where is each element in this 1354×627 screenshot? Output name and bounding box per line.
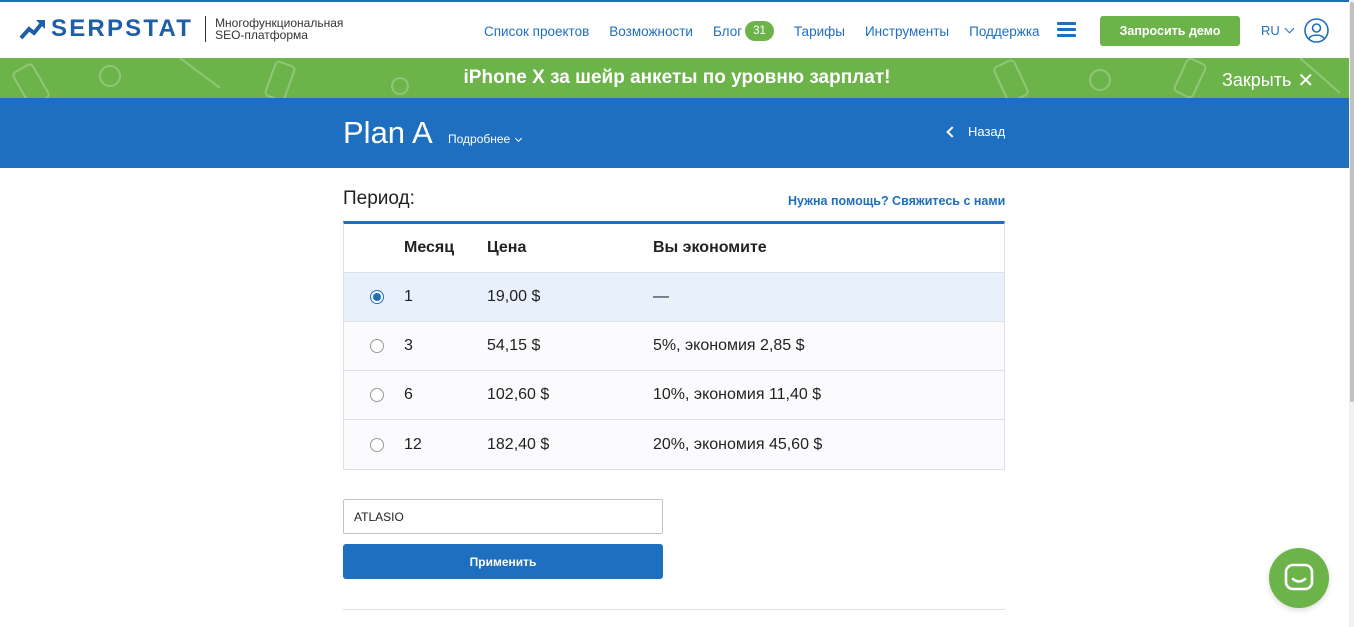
row-months: 12 xyxy=(404,435,422,453)
period-radio[interactable] xyxy=(370,437,384,452)
hamburger-menu-icon[interactable] xyxy=(1057,22,1076,38)
period-radio[interactable] xyxy=(370,388,384,402)
brand-name: SERPSTAT xyxy=(51,15,194,42)
row-months: 1 xyxy=(404,288,413,305)
language-code: RU xyxy=(1261,23,1280,38)
top-header: SERPSTAT Многофункциональная SEO-платфор… xyxy=(0,0,1354,58)
row-price: 102,60 $ xyxy=(487,386,550,403)
nav-label: Поддержка xyxy=(969,23,1040,39)
nav-label: Возможности xyxy=(609,23,693,39)
plan-details-toggle[interactable]: Подробнее xyxy=(448,132,523,146)
request-demo-button[interactable]: Запросить демо xyxy=(1100,16,1240,46)
chat-icon xyxy=(1284,563,1314,591)
language-selector[interactable]: RU xyxy=(1261,23,1295,38)
row-price: 19,00 $ xyxy=(487,288,541,305)
column-header-savings: Вы экономите xyxy=(653,239,767,256)
section-divider xyxy=(343,609,1005,610)
nav-label: Тарифы xyxy=(793,23,845,39)
promo-close-label: Закрыть xyxy=(1222,70,1292,90)
table-header: Месяц Цена Вы экономите xyxy=(344,224,1004,273)
table-row[interactable]: 1 19,00 $ — xyxy=(344,273,1004,322)
nav-projects[interactable]: Список проектов xyxy=(484,24,589,39)
back-link[interactable]: Назад xyxy=(946,124,1006,139)
row-price: 54,15 $ xyxy=(487,337,541,354)
nav-blog[interactable]: Блог 31 xyxy=(713,21,774,41)
row-savings: 5%, экономия 2,85 $ xyxy=(653,337,805,354)
chevron-down-icon xyxy=(1284,23,1295,34)
plan-title: Plan A xyxy=(343,115,433,150)
chevron-down-icon xyxy=(515,134,523,142)
close-icon: ✕ xyxy=(1297,70,1315,92)
nav-label: Список проектов xyxy=(484,23,590,39)
apply-coupon-button[interactable]: Применить xyxy=(343,544,663,579)
nav-pricing[interactable]: Тарифы xyxy=(794,24,845,39)
user-icon[interactable] xyxy=(1304,18,1329,43)
row-months: 6 xyxy=(404,386,413,403)
blog-count-badge: 31 xyxy=(745,21,774,41)
nav-label: Блог xyxy=(712,23,743,39)
period-radio[interactable] xyxy=(370,290,384,304)
plan-header: Plan A Подробнее Назад xyxy=(0,98,1354,168)
promo-close-button[interactable]: Закрыть ✕ xyxy=(1222,68,1314,93)
table-row[interactable]: 6 102,60 $ 10%, экономия 11,40 $ xyxy=(344,371,1004,420)
column-header-price: Цена xyxy=(487,239,527,256)
scrollbar-thumb[interactable] xyxy=(1350,2,1354,402)
nav-label: Инструменты xyxy=(864,23,950,39)
row-savings: 10%, экономия 11,40 $ xyxy=(653,386,822,403)
column-header-month: Месяц xyxy=(404,239,455,256)
brand-tagline: Многофункциональная SEO-платформа xyxy=(215,16,344,42)
plan-details-label: Подробнее xyxy=(448,132,511,146)
main-nav: Список проектов Возможности Блог 31 Тариф… xyxy=(484,20,1060,42)
serpstat-logo-icon xyxy=(19,20,45,40)
help-contact-link[interactable]: Нужна помощь? Свяжитесь с нами xyxy=(788,194,1005,208)
logo[interactable]: SERPSTAT Многофункциональная SEO-платфор… xyxy=(19,16,355,42)
promo-banner: iPhone X за шейр анкеты по уровню зарпла… xyxy=(0,58,1354,98)
chevron-left-icon xyxy=(946,125,958,138)
logo-divider xyxy=(205,16,207,42)
row-months: 3 xyxy=(404,337,413,354)
table-row[interactable]: 12 182,40 $ 20%, экономия 45,60 $ xyxy=(344,420,1004,469)
nav-features[interactable]: Возможности xyxy=(609,24,693,39)
period-heading: Период: xyxy=(343,188,415,209)
period-table: Месяц Цена Вы экономите 1 19,00 $ — 3 54… xyxy=(343,221,1005,470)
nav-tools[interactable]: Инструменты xyxy=(865,24,949,39)
promo-text: iPhone X за шейр анкеты по уровню зарпла… xyxy=(463,67,891,88)
table-row[interactable]: 3 54,15 $ 5%, экономия 2,85 $ xyxy=(344,322,1004,371)
period-radio[interactable] xyxy=(370,339,384,353)
row-savings: — xyxy=(653,288,669,305)
back-label: Назад xyxy=(968,124,1006,139)
chat-widget-button[interactable] xyxy=(1269,548,1329,608)
row-price: 182,40 $ xyxy=(487,435,550,453)
nav-support[interactable]: Поддержка xyxy=(969,24,1039,39)
row-savings: 20%, экономия 45,60 $ xyxy=(653,435,823,453)
coupon-input[interactable] xyxy=(343,499,663,534)
